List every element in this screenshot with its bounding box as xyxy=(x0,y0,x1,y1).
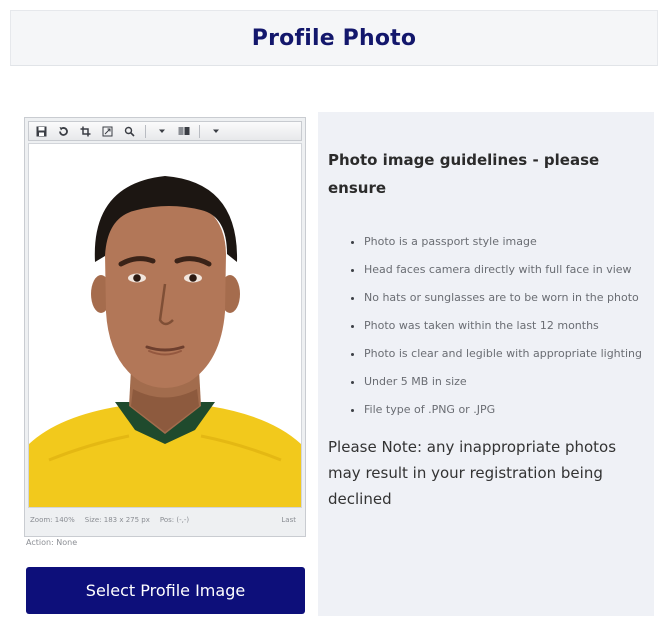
zoom-icon[interactable] xyxy=(123,125,136,138)
dropdown-arrow-icon[interactable] xyxy=(155,125,168,138)
position-readout: Pos: (-,-) xyxy=(159,516,190,524)
list-item: File type of .PNG or .JPG xyxy=(364,396,644,424)
reset-icon[interactable] xyxy=(57,125,70,138)
save-icon[interactable] xyxy=(35,125,48,138)
guidelines-list: Photo is a passport style image Head fac… xyxy=(328,228,644,424)
inappropriate-photo-note: Please Note: any inappropriate photos ma… xyxy=(328,438,617,508)
select-profile-image-button[interactable]: Select Profile Image xyxy=(26,567,305,614)
dropdown-arrow-icon[interactable] xyxy=(209,125,222,138)
page-title: Profile Photo xyxy=(251,25,417,51)
action-status: Action: None xyxy=(26,538,78,547)
toolbar-separator xyxy=(199,124,200,138)
editor-status-bar: Zoom: 140% Size: 183 x 275 px Pos: (-,-)… xyxy=(28,512,302,528)
list-item: Under 5 MB in size xyxy=(364,368,644,396)
last-action-readout: Last xyxy=(281,516,296,524)
zoom-readout: Zoom: 140% xyxy=(30,516,75,524)
toolbar-separator xyxy=(145,124,146,138)
editor-toolbar xyxy=(28,121,302,141)
profile-photo xyxy=(29,144,301,507)
view-mode-icon[interactable] xyxy=(177,125,190,138)
photo-canvas[interactable] xyxy=(28,143,302,508)
guidelines-heading: Photo image guidelines - please ensure xyxy=(328,151,600,197)
profile-photo-page: Profile Photo Zoom: 140% Size: 183 x 275… xyxy=(0,0,660,631)
page-header: Profile Photo xyxy=(10,10,658,66)
list-item: Head faces camera directly with full fac… xyxy=(364,256,644,284)
crop-icon[interactable] xyxy=(79,125,92,138)
list-item: Photo was taken within the last 12 month… xyxy=(364,312,644,340)
photo-editor: Zoom: 140% Size: 183 x 275 px Pos: (-,-)… xyxy=(24,117,306,537)
size-readout: Size: 183 x 275 px xyxy=(84,516,150,524)
list-item: No hats or sunglasses are to be worn in … xyxy=(364,284,644,312)
guidelines-panel: Photo image guidelines - please ensure P… xyxy=(318,112,654,616)
list-item: Photo is clear and legible with appropri… xyxy=(364,340,644,368)
list-item: Photo is a passport style image xyxy=(364,228,644,256)
resize-icon[interactable] xyxy=(101,125,114,138)
